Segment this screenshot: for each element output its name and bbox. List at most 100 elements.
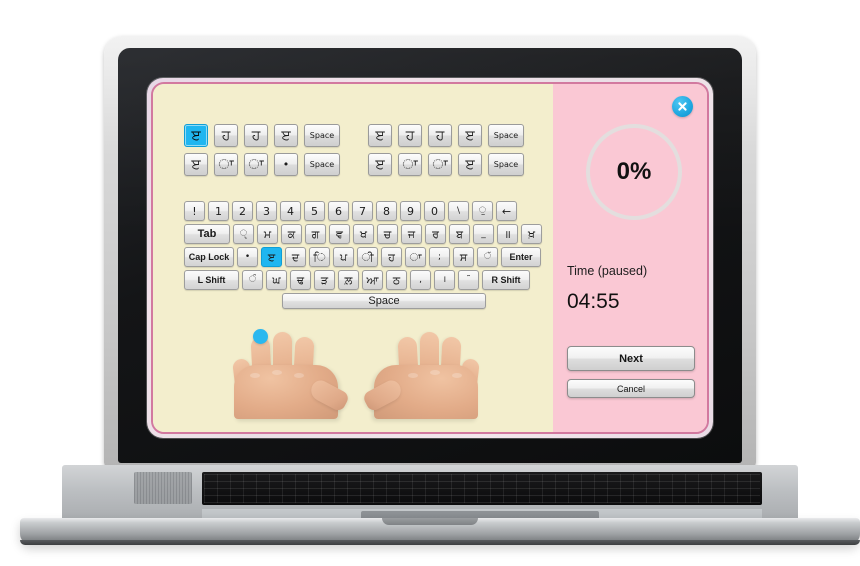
app-inner-frame: ੲ ਹ ਹ ੲ Space ੲਾਾ • Space ੲ ਹ ਹ ੲ Space ੲਾਾ ੲ Space ! 1 2… xyxy=(151,82,709,434)
key[interactable]: ॥ xyxy=(497,224,518,244)
key[interactable]: , xyxy=(410,270,431,290)
key[interactable]: ਿ xyxy=(309,247,330,267)
key[interactable]: ਕ xyxy=(281,224,302,244)
physical-keys xyxy=(204,474,760,503)
knuckle xyxy=(408,373,418,378)
knuckle xyxy=(452,373,462,378)
next-button[interactable]: Next xyxy=(566,346,695,371)
key[interactable]: ← xyxy=(496,201,517,221)
key[interactable]: ੀ xyxy=(357,247,378,267)
key[interactable]: 9 xyxy=(400,201,421,221)
exercise-row: ੲ ਹ ਹ ੲ Space xyxy=(368,124,524,147)
exercise-tile: ਹ xyxy=(244,124,268,147)
virtual-keyboard: ! 1 2 3 4 5 6 7 8 9 0 \ੁ ← Tabੵ ਮ ਕ ਗ ਵ ਖ ਚ ਜ ਰ ਬ _ ॥ ਖ਼ Cap Lock •… xyxy=(184,201,584,309)
key[interactable]: ਦ xyxy=(285,247,306,267)
keyboard-row-caps-row: Cap Lock • ੲ ਦਿ ਪੀ ਹਾ; ਸੱ Enter xyxy=(184,247,584,267)
key[interactable]: ੰ xyxy=(242,270,263,290)
knuckle xyxy=(430,370,440,375)
exercise-tile: Space xyxy=(488,124,524,147)
time-value: 04:55 xyxy=(566,290,620,313)
key[interactable]: ਚ xyxy=(377,224,398,244)
key[interactable]: ਹ xyxy=(381,247,402,267)
screenshot-stage: ੲ ਹ ਹ ੲ Space ੲਾਾ • Space ੲ ਹ ਹ ੲ Space ੲਾਾ ੲ Space ! 1 2… xyxy=(0,0,860,566)
status-pane: 0% Time (paused) 04:55 Next Cancel xyxy=(552,84,707,432)
keyboard-row-tab-row: Tabੵ ਮ ਕ ਗ ਵ ਖ ਚ ਜ ਰ ਬ _ ॥ ਖ਼ xyxy=(184,224,584,244)
key[interactable]: ਆ xyxy=(362,270,383,290)
exercise-row: ੲ ਹ ਹ ੲ Space xyxy=(184,124,340,147)
key[interactable]: ਸ xyxy=(453,247,474,267)
exercise-row: ੲਾਾ • Space xyxy=(184,153,340,176)
key[interactable]: ੱ xyxy=(477,247,498,267)
key[interactable]: 1 xyxy=(208,201,229,221)
key[interactable]: ਜ xyxy=(401,224,422,244)
key[interactable]: 5 xyxy=(304,201,325,221)
key[interactable]: Cap Lock xyxy=(184,247,234,267)
key[interactable]: ਰ xyxy=(425,224,446,244)
key[interactable]: ੵ xyxy=(233,224,254,244)
keyboard-row-space: Space xyxy=(184,293,584,309)
exercise-tile-current: ੲ xyxy=(184,124,208,147)
close-icon[interactable] xyxy=(671,96,693,117)
key[interactable]: Tab xyxy=(184,224,230,244)
laptop-base xyxy=(10,460,860,552)
exercise-tile: ਾ xyxy=(244,153,268,176)
speaker-grille-left xyxy=(134,472,192,504)
exercise-tile: Space xyxy=(488,153,524,176)
key[interactable]: Enter xyxy=(501,247,541,267)
exercise-tile: ਹ xyxy=(428,124,452,147)
keyboard-row-shift-row: L Shiftੰ ਘ ਢ ੜ ਲ਼ ਆ ਠ, । ˜ R Shift xyxy=(184,270,584,290)
key[interactable]: ਪ xyxy=(333,247,354,267)
exercise-group: ੲ ਹ ਹ ੲ Space ੲਾਾ • Space xyxy=(184,124,340,176)
key[interactable]: 6 xyxy=(328,201,349,221)
exercise-tile: ਾ xyxy=(214,153,238,176)
exercise-text: ੲ ਹ ਹ ੲ Space ੲਾਾ • Space ੲ ਹ ਹ ੲ Space ੲਾਾ ੲ Space xyxy=(184,124,524,176)
key[interactable]: ; xyxy=(429,247,450,267)
key[interactable]: \ xyxy=(448,201,469,221)
exercise-tile: ੲ xyxy=(368,124,392,147)
time-label: Time (paused) xyxy=(566,264,648,278)
key[interactable]: ਘ xyxy=(266,270,287,290)
key[interactable]: 4 xyxy=(280,201,301,221)
laptop-deck xyxy=(62,465,798,527)
key[interactable]: ਗ xyxy=(305,224,326,244)
key[interactable]: ਖ xyxy=(353,224,374,244)
key[interactable]: 8 xyxy=(376,201,397,221)
key[interactable]: ਲ਼ xyxy=(338,270,359,290)
key[interactable]: ਮ xyxy=(257,224,278,244)
key[interactable]: 0 xyxy=(424,201,445,221)
key[interactable]: L Shift xyxy=(184,270,239,290)
cancel-button[interactable]: Cancel xyxy=(566,379,695,398)
key[interactable]: ਾ xyxy=(405,247,426,267)
key[interactable]: ੜ xyxy=(314,270,335,290)
left-hand xyxy=(218,327,351,419)
key[interactable]: ਢ xyxy=(290,270,311,290)
key[interactable]: ਵ xyxy=(329,224,350,244)
key[interactable]: । xyxy=(434,270,455,290)
finger-target-marker xyxy=(253,329,268,344)
laptop-bottom-edge xyxy=(20,540,860,545)
exercise-tile: ੲ xyxy=(458,153,482,176)
key[interactable]: R Shift xyxy=(482,270,530,290)
key[interactable]: ਠ xyxy=(386,270,407,290)
practice-pane: ੲ ਹ ਹ ੲ Space ੲਾਾ • Space ੲ ਹ ਹ ੲ Space ੲਾਾ ੲ Space ! 1 2… xyxy=(153,84,553,432)
physical-keyboard xyxy=(202,472,762,505)
key[interactable]: 7 xyxy=(352,201,373,221)
key[interactable]: ˜ xyxy=(458,270,479,290)
key[interactable]: _ xyxy=(473,224,494,244)
key[interactable]: ੁ xyxy=(472,201,493,221)
key-active[interactable]: ੲ xyxy=(261,247,282,267)
key[interactable]: ਖ਼ xyxy=(521,224,542,244)
exercise-tile: ਹ xyxy=(398,124,422,147)
key[interactable]: 2 xyxy=(232,201,253,221)
key[interactable]: • xyxy=(237,247,258,267)
exercise-tile: Space xyxy=(304,124,340,147)
hand-position-guide xyxy=(190,327,520,419)
spacebar-key[interactable]: Space xyxy=(282,293,486,309)
latch-notch xyxy=(382,518,478,525)
key[interactable]: ! xyxy=(184,201,205,221)
progress-percent: 0% xyxy=(616,158,652,185)
exercise-tile: ਾ xyxy=(398,153,422,176)
key[interactable]: 3 xyxy=(256,201,277,221)
key[interactable]: ਬ xyxy=(449,224,470,244)
keyboard-row-number-row: ! 1 2 3 4 5 6 7 8 9 0 \ੁ ← xyxy=(184,201,584,221)
